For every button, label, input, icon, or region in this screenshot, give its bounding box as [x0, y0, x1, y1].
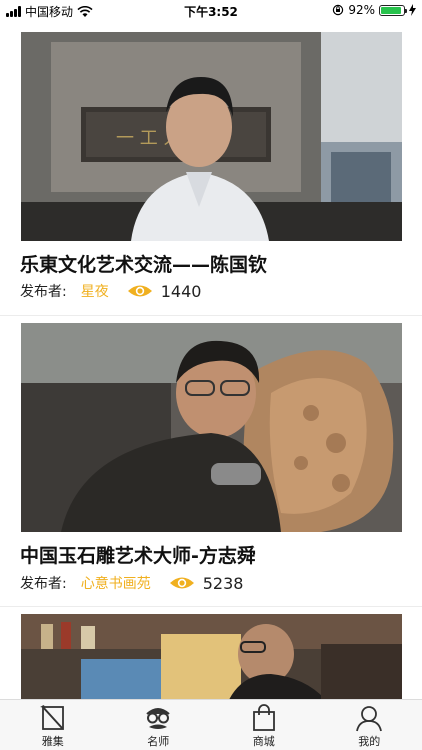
tab-label: 雅集 — [41, 735, 64, 748]
carving-photo-2 — [21, 323, 402, 532]
view-count: 5238 — [202, 573, 244, 593]
feed-list[interactable]: ⼀ ⼯ ⼈ 乐東文化艺术交流——陈国钦 发布者: 星夜 1440 中国玉石雕艺术… — [0, 22, 422, 699]
status-right: 92% — [332, 3, 416, 17]
eye-icon — [127, 285, 152, 297]
status-bar: 中国移动 下午3:52 92% — [0, 0, 422, 22]
article-title[interactable]: 中国玉石雕艺术大师-方志舜 — [20, 541, 256, 568]
publisher-name[interactable]: 星夜 — [81, 281, 109, 301]
list-item[interactable]: ⼀ ⼯ ⼈ 乐東文化艺术交流——陈国钦 发布者: 星夜 1440 — [0, 22, 422, 316]
article-title[interactable]: 乐東文化艺术交流——陈国钦 — [20, 250, 267, 277]
shopping-bag-icon — [252, 704, 275, 731]
article-thumbnail[interactable] — [21, 323, 402, 532]
tab-label: 我的 — [358, 735, 381, 748]
battery-percent: 92% — [348, 3, 375, 17]
list-item[interactable] — [0, 606, 422, 699]
battery-fill — [381, 6, 402, 14]
tab-shangcheng[interactable]: 商城 — [211, 700, 317, 750]
tab-label: 名师 — [147, 735, 170, 748]
eye-icon — [169, 577, 194, 589]
view-count: 1440 — [160, 281, 202, 301]
charging-bolt-icon — [409, 4, 416, 16]
article-thumbnail[interactable] — [21, 614, 402, 699]
tab-bar: 雅集 名师 商城 我的 — [0, 699, 422, 750]
tab-yaji[interactable]: 雅集 — [0, 700, 106, 750]
pen-note-icon — [39, 705, 64, 730]
article-meta: 发布者: 心意书画苑 5238 — [20, 573, 243, 593]
portrait-photo-1: ⼀ ⼯ ⼈ — [21, 32, 402, 241]
publisher-label: 发布者: — [20, 576, 67, 592]
list-item[interactable]: 中国玉石雕艺术大师-方志舜 发布者: 心意书画苑 5238 — [0, 315, 422, 607]
studio-photo-3 — [21, 614, 402, 699]
publisher-name[interactable]: 心意书画苑 — [81, 573, 151, 593]
article-thumbnail[interactable]: ⼀ ⼯ ⼈ — [21, 32, 402, 241]
battery-icon — [379, 4, 407, 16]
tab-mingshi[interactable]: 名师 — [106, 700, 212, 750]
article-meta: 发布者: 星夜 1440 — [20, 281, 201, 301]
tab-wode[interactable]: 我的 — [317, 700, 422, 750]
user-icon — [356, 706, 383, 732]
publisher-label: 发布者: — [20, 284, 67, 300]
master-face-icon — [146, 708, 170, 729]
rotation-lock-icon — [333, 4, 344, 16]
tab-label: 商城 — [252, 735, 275, 748]
